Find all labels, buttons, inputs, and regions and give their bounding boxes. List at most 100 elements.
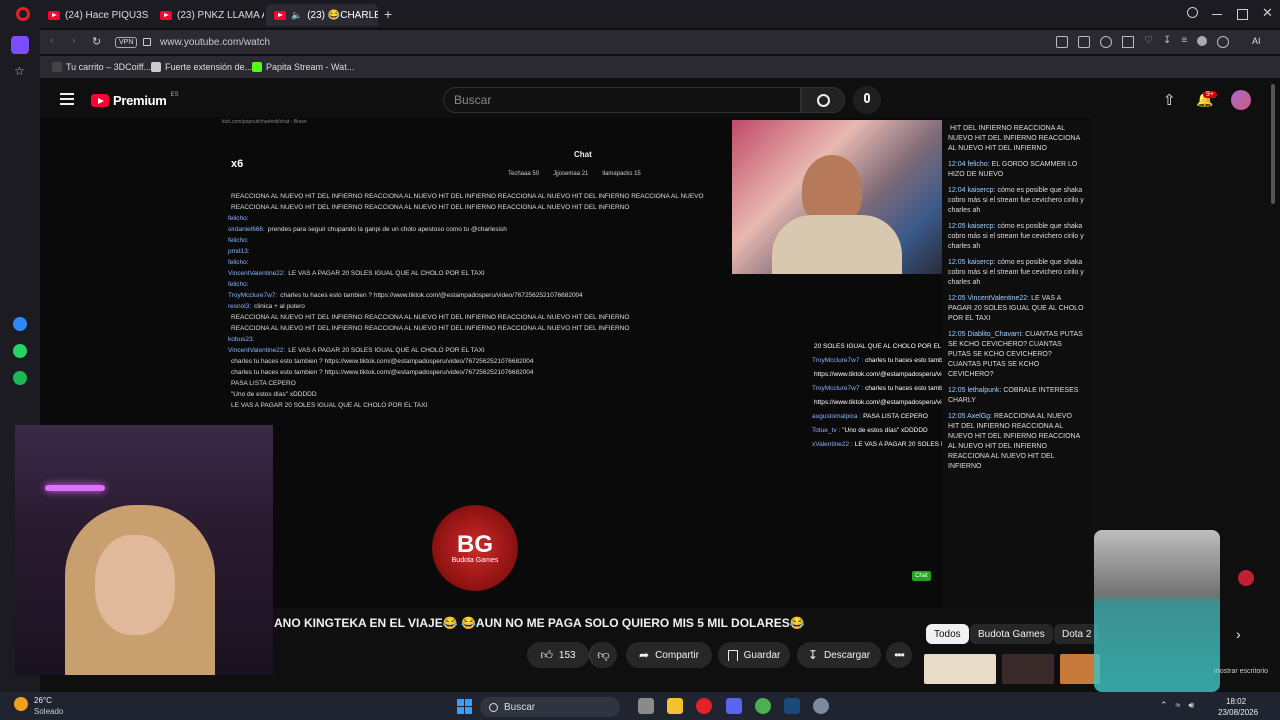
chat-username[interactable]: Totue_tv : <box>812 427 840 434</box>
windows-start-icon[interactable] <box>457 699 472 714</box>
bookmark-item[interactable]: Fuerte extensión de... <box>151 59 252 75</box>
account-avatar[interactable] <box>1231 90 1251 110</box>
chat-username[interactable]: 12:05 kaisercp: <box>948 223 995 230</box>
chat-text: REACCIONA AL NUEVO HIT DEL INFIERNO REAC… <box>231 314 630 321</box>
reload-icon[interactable]: ↻ <box>92 35 101 48</box>
chat-username[interactable]: resnol3: <box>228 303 251 310</box>
browser-tab[interactable]: (24) Hace PIQU3S y... <box>40 4 150 26</box>
budota-games-watermark: BG Budota Games <box>432 505 518 591</box>
chat-username[interactable]: 12:05 lethalpunk: <box>948 387 1001 394</box>
chat-username[interactable]: xValentine22 : <box>812 441 853 448</box>
search-button[interactable] <box>801 87 845 113</box>
chat-username[interactable]: felicho: <box>228 259 249 266</box>
volume-icon[interactable]: 🔊︎ <box>1189 700 1195 711</box>
chip-budota-games[interactable]: Budota Games <box>970 624 1053 644</box>
chat-text: https://www.tiktok.com/@estampadosperu/v… <box>814 399 942 406</box>
more-actions-button[interactable]: ••• <box>886 642 912 668</box>
like-button[interactable]: 👍︎ 153 <box>527 642 589 668</box>
chip-all[interactable]: Todos <box>926 624 969 644</box>
menu-icon[interactable]: ≡ <box>1181 36 1187 48</box>
chat-username[interactable]: pmd13: <box>228 248 250 255</box>
weather-icon[interactable] <box>14 697 28 711</box>
download-icon[interactable]: ↧ <box>1163 36 1171 48</box>
chat-username[interactable]: felicho: <box>228 215 249 222</box>
chat-username[interactable]: TroyMcclure7w7 : <box>812 357 863 364</box>
chat-username[interactable]: felicho: <box>228 281 249 288</box>
chat-username[interactable]: VincentValentine22: <box>228 270 285 277</box>
share-button[interactable]: ➦ Compartir <box>626 642 712 668</box>
settings-gear-icon[interactable] <box>813 698 829 714</box>
chat-message: VincentValentine22: LE VAS A PAGAR 20 SOL… <box>228 345 728 356</box>
voice-search-button[interactable] <box>853 86 881 114</box>
spotify-icon[interactable] <box>13 371 27 385</box>
opera-taskbar-icon[interactable] <box>696 698 712 714</box>
vpn-badge[interactable]: VPN <box>115 37 138 48</box>
discord-icon[interactable] <box>726 698 742 714</box>
chat-message: VincentValentine22: LE VAS A PAGAR 20 SOL… <box>228 268 728 279</box>
play-icon[interactable] <box>1122 36 1134 48</box>
upload-icon[interactable]: ⇧ <box>1163 91 1176 109</box>
chat-username[interactable]: sirdaniel666: <box>228 226 265 233</box>
tab-search-icon[interactable] <box>1187 7 1198 18</box>
maximize-button[interactable] <box>1237 9 1248 20</box>
browser-tab-active[interactable]: 🔈 (23) 😂CHARLES SE E <box>266 4 378 26</box>
chat-username[interactable]: VincentValentine22: <box>228 347 285 354</box>
chat-username[interactable]: TroyMcclure7w7 : <box>812 385 863 392</box>
chrome-icon[interactable] <box>755 698 771 714</box>
chat-username[interactable]: 12:05 Diablito_Chavarri: <box>948 331 1023 338</box>
bookmark-item[interactable]: Tu carrito – 3DCoiff... <box>52 59 151 75</box>
back-icon[interactable]: ‹ <box>50 35 54 47</box>
shield-icon[interactable] <box>1100 36 1112 48</box>
page-scrollbar[interactable] <box>1271 84 1275 204</box>
browser-tab[interactable]: (23) PNKZ LLAMA A SU V <box>152 4 264 26</box>
forward-icon[interactable]: › <box>72 35 76 47</box>
chat-username[interactable]: felicho: <box>228 237 249 244</box>
bookmark-item[interactable]: Papita Stream - Wat... <box>252 59 354 75</box>
youtube-logo[interactable]: Premium ES <box>91 92 179 108</box>
minimize-button[interactable] <box>1212 14 1222 15</box>
wifi-icon[interactable]: ≈ <box>1176 700 1181 711</box>
chat-username[interactable]: 12:04 kaisercp: <box>948 187 995 194</box>
kick-chat-mid-column: 20 SOLES IGUAL QUE AL CHOLO POR EL TAXI T… <box>812 340 942 452</box>
new-tab-button[interactable]: + <box>384 7 392 21</box>
download-button[interactable]: ↧ Descargar <box>797 642 881 668</box>
captured-browser-url: kick.com/popout/charlesb/chat - Brave <box>222 119 307 125</box>
chat-text: charles tu haces esto tambien ? <box>865 357 942 364</box>
chip-dota2[interactable]: Dota 2 <box>1054 624 1100 644</box>
chat-username[interactable]: augustomalpica : <box>812 413 861 420</box>
clock-date[interactable]: 23/08/2026 <box>1218 708 1258 717</box>
clock-time[interactable]: 18:02 <box>1226 697 1246 706</box>
hamburger-menu-icon[interactable] <box>60 93 74 105</box>
home-icon[interactable] <box>11 36 29 54</box>
chat-message: REACCIONA AL NUEVO HIT DEL INFIERNO REAC… <box>228 191 728 202</box>
profile-icon[interactable] <box>1197 36 1208 46</box>
chat-username[interactable]: kobus23: <box>228 336 254 343</box>
close-window-button[interactable]: ✕ <box>1262 5 1273 21</box>
chat-username[interactable]: 12:05 AxelGg: <box>948 413 992 420</box>
dislike-button[interactable]: 👎︎ <box>589 642 617 668</box>
suggested-thumbnail[interactable] <box>1002 654 1054 684</box>
chat-username[interactable]: 12:05 kaisercp: <box>948 259 995 266</box>
chips-next-icon[interactable]: › <box>1236 626 1241 642</box>
wallet-icon[interactable] <box>1217 36 1230 48</box>
camera-icon[interactable] <box>1078 36 1090 48</box>
suggested-thumbnail[interactable] <box>924 654 996 684</box>
whatsapp-icon[interactable] <box>13 344 27 358</box>
star-icon[interactable]: ☆ <box>14 64 25 78</box>
chat-username[interactable]: 12:05 VincentValentine22: <box>948 295 1029 302</box>
steam-icon[interactable] <box>784 698 800 714</box>
save-button[interactable]: Guardar <box>718 642 790 668</box>
aria-ai-button[interactable]: AI <box>1252 36 1261 46</box>
heart-icon[interactable]: ♡ <box>1144 36 1153 48</box>
chat-username[interactable]: TroyMcclure7w7: <box>228 292 277 299</box>
edit-icon[interactable] <box>1056 36 1068 48</box>
search-input[interactable]: Buscar <box>443 87 801 113</box>
file-explorer-icon[interactable] <box>667 698 683 714</box>
task-view-icon[interactable] <box>638 698 654 714</box>
chevron-up-icon[interactable]: ⌃ <box>1160 700 1168 711</box>
taskbar-search[interactable]: Buscar <box>480 697 620 717</box>
opera-logo-icon[interactable] <box>16 7 30 21</box>
chat-text: REACCIONA AL NUEVO HIT DEL INFIERNO REAC… <box>948 413 1080 470</box>
messenger-icon[interactable] <box>13 317 27 331</box>
chat-username[interactable]: 12:04 felicho: <box>948 161 990 168</box>
